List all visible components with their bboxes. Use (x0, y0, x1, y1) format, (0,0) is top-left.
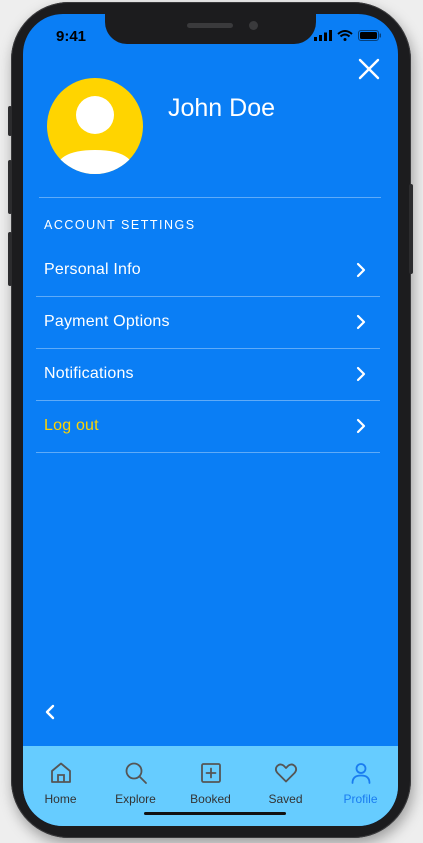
search-icon (125, 762, 147, 784)
tab-home[interactable]: Home (23, 760, 98, 806)
wifi-icon (337, 30, 353, 41)
menu-item-notifications[interactable]: Notifications (36, 349, 380, 401)
side-button-volume-up (8, 160, 12, 214)
heart-icon (274, 763, 297, 783)
home-indicator[interactable] (144, 812, 286, 815)
tab-explore[interactable]: Explore (98, 760, 173, 806)
tab-label: Profile (343, 792, 378, 806)
battery-icon (358, 30, 381, 41)
section-title: ACCOUNT SETTINGS (44, 218, 196, 232)
status-icons (314, 30, 382, 41)
speaker (187, 23, 233, 28)
divider (39, 197, 381, 198)
home-icon (50, 762, 71, 783)
tab-label: Explore (115, 792, 156, 806)
chevron-right-icon (356, 366, 366, 382)
chevron-right-icon (356, 418, 366, 434)
side-button-volume-down (8, 232, 12, 286)
menu-item-label: Notifications (44, 365, 134, 382)
chevron-right-icon (356, 314, 366, 330)
tab-label: Saved (268, 792, 303, 806)
back-button[interactable] (45, 704, 55, 725)
tab-label: Booked (190, 792, 231, 806)
notch (105, 14, 316, 44)
close-button[interactable] (356, 56, 382, 82)
chevron-right-icon (356, 262, 366, 278)
menu-item-label: Payment Options (44, 313, 170, 330)
menu-item-personal-info[interactable]: Personal Info (36, 245, 380, 297)
status-time: 9:41 (56, 28, 87, 45)
tab-label: Home (44, 792, 77, 806)
user-name: John Doe (168, 94, 276, 122)
signal-icon (314, 30, 332, 41)
tab-saved[interactable]: Saved (248, 760, 323, 806)
tab-booked[interactable]: Booked (173, 760, 248, 806)
tab-profile[interactable]: Profile (323, 760, 398, 806)
menu-item-label: Personal Info (44, 261, 141, 278)
side-button-mute (8, 106, 12, 136)
menu-item-label: Log out (44, 417, 99, 434)
close-icon (358, 58, 380, 80)
user-icon (351, 763, 370, 784)
app-screen: 9:41 John Doe ACCOUNT SETTINGS Personal … (23, 14, 398, 826)
front-camera (249, 21, 258, 30)
avatar (47, 78, 143, 174)
user-avatar-icon (55, 96, 135, 174)
plus-square-icon (200, 763, 221, 783)
side-button-power (409, 184, 413, 274)
menu-item-payment-options[interactable]: Payment Options (36, 297, 380, 349)
chevron-left-icon (45, 704, 55, 720)
menu-item-log-out[interactable]: Log out (36, 401, 380, 453)
